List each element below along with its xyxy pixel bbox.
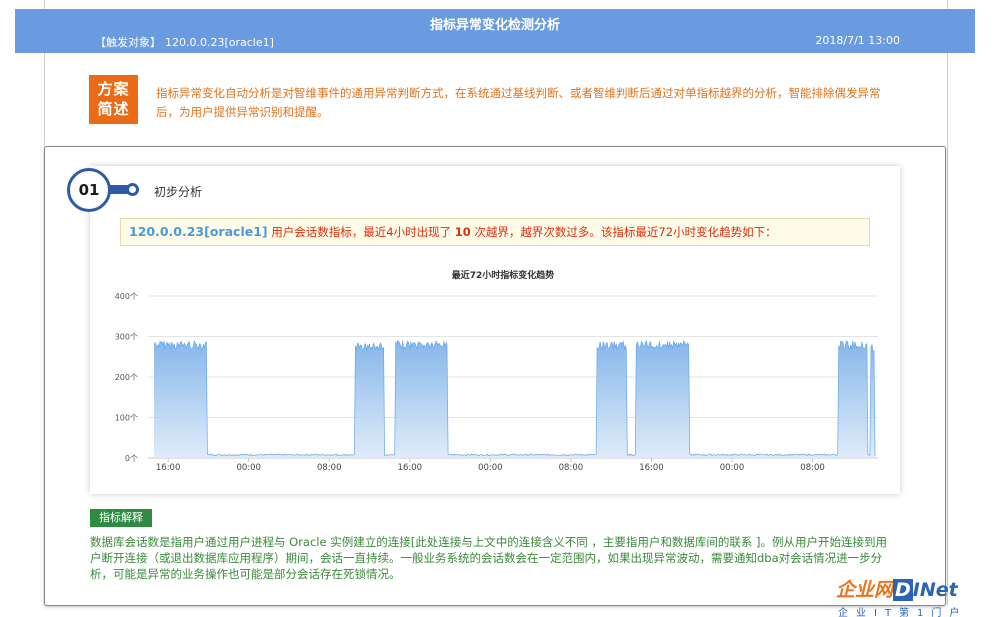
y-tick-label: 100个 bbox=[115, 414, 138, 423]
y-tick-label: 0个 bbox=[125, 454, 138, 463]
x-tick-label: 08:00 bbox=[317, 463, 342, 473]
x-tick-label: 16:00 bbox=[156, 463, 181, 473]
summary-text: 指标异常变化自动分析是对智维事件的通用异常判断方式，在系统通过基线判断、或者智维… bbox=[156, 86, 881, 119]
alert-text-before: 用户会话数指标，最近4小时出现了 bbox=[267, 225, 455, 239]
y-tick-label: 200个 bbox=[115, 373, 138, 382]
series-line bbox=[153, 339, 877, 457]
y-tick-label: 400个 bbox=[115, 292, 138, 301]
alert-ip: 120.0.0.23[oracle1] bbox=[129, 224, 268, 239]
trigger-target-value: 120.0.0.23[oracle1] bbox=[165, 36, 274, 49]
metric-tag: 指标解释 bbox=[90, 509, 152, 527]
watermark-d: D bbox=[893, 579, 913, 601]
summary-badge: 方案 简述 bbox=[89, 75, 138, 124]
x-tick-label: 08:00 bbox=[559, 463, 584, 473]
x-tick-label: 08:00 bbox=[800, 463, 825, 473]
x-tick-label: 00:00 bbox=[478, 463, 503, 473]
report-timestamp: 2018/7/1 13:00 bbox=[815, 34, 900, 47]
x-tick-label: 16:00 bbox=[639, 463, 664, 473]
watermark-logo: 企业网 D INet 企业IT第1门户 bbox=[836, 575, 996, 617]
watermark-net: INet bbox=[912, 579, 958, 601]
alert-count: 10 bbox=[454, 225, 471, 239]
watermark-cn: 企业网 bbox=[836, 579, 894, 601]
x-tick-label: 16:00 bbox=[398, 463, 423, 473]
step-title: 初步分析 bbox=[154, 185, 203, 199]
report-page: 指标异常变化检测分析 【触发对象】 120.0.0.23[oracle1] 201… bbox=[0, 0, 996, 617]
alert-box: 120.0.0.23[oracle1] 用户会话数指标，最近4小时出现了 10 … bbox=[120, 218, 870, 246]
trend-chart: 最近72小时指标变化趋势 0个 100个 200个 300个 400个 16:00 00:00… bbox=[115, 269, 878, 473]
summary-badge-line2: 简述 bbox=[97, 100, 130, 118]
step-number: 01 bbox=[67, 168, 111, 212]
report-header: 指标异常变化检测分析 【触发对象】 120.0.0.23[oracle1] 201… bbox=[15, 9, 975, 53]
alert-text-after: 次越界，越界次数过多。该指标最近72小时变化趋势如下： bbox=[470, 225, 777, 239]
x-tick-label: 00:00 bbox=[236, 463, 260, 473]
trigger-target-label: 【触发对象】 bbox=[95, 36, 161, 49]
watermark-title: 企业网 D INet bbox=[836, 575, 958, 602]
metric-text: 数据库会话数是指用户通过用户进程与 Oracle 实例建立的连接[此处连接与上文… bbox=[90, 535, 888, 581]
trigger-target: 【触发对象】 120.0.0.23[oracle1] bbox=[95, 34, 274, 50]
chart-title: 最近72小时指标变化趋势 bbox=[452, 269, 555, 281]
series-area bbox=[154, 340, 876, 458]
y-tick-label: 300个 bbox=[115, 333, 138, 342]
summary-badge-line1: 方案 bbox=[97, 80, 130, 98]
watermark-subtitle: 企业IT第1门户 bbox=[838, 608, 968, 617]
report-title: 指标异常变化检测分析 bbox=[429, 18, 560, 33]
step-knob bbox=[126, 183, 139, 196]
x-tick-label: 00:00 bbox=[720, 463, 745, 473]
